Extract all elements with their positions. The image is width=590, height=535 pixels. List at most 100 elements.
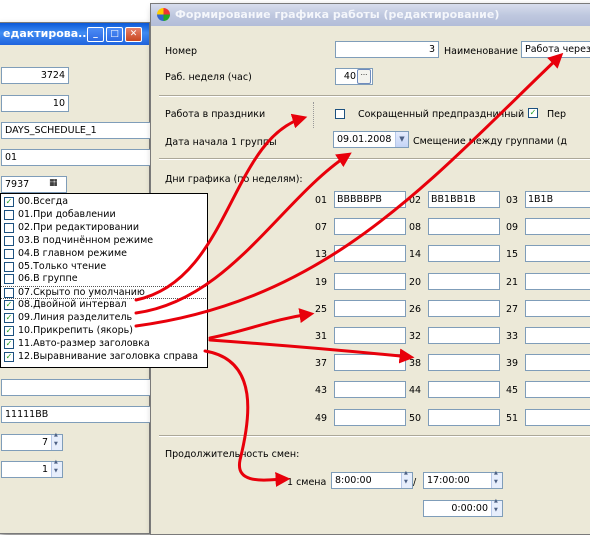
week-days-input[interactable]: [525, 408, 590, 426]
app-icon: [157, 8, 170, 21]
flag-list-item[interactable]: 05.Только чтение: [1, 261, 206, 273]
height-spinner[interactable]: [51, 459, 62, 477]
flag-label: 09.Линия разделитель: [18, 312, 133, 324]
week-number: 38: [409, 358, 422, 370]
holidays-label: Работа в праздники: [165, 109, 266, 120]
flag-checkbox[interactable]: [4, 288, 14, 299]
week-hours-picker-button[interactable]: ···: [357, 69, 371, 84]
naimenovanie-label: Наименование: [444, 46, 518, 57]
flags-dropdown-icon[interactable]: ▦: [49, 178, 58, 188]
flag-list-item[interactable]: 04.В главном режиме: [1, 248, 206, 260]
week-days-input[interactable]: [525, 327, 590, 344]
flag-checkbox[interactable]: ✓: [4, 326, 14, 336]
week-number: 21: [506, 276, 519, 288]
week-days-input[interactable]: [334, 381, 406, 399]
shift1-to-spinner[interactable]: [491, 470, 502, 488]
flag-list-item[interactable]: ✓ 09.Линия разделитель: [1, 312, 206, 324]
start-date-dropdown-icon[interactable]: ▼: [395, 132, 408, 147]
week-number: 33: [506, 331, 519, 342]
flag-checkbox[interactable]: [4, 222, 14, 233]
separator-bottom: [159, 435, 590, 437]
flag-list-item[interactable]: ✓ 10.Прикрепить (якорь): [1, 325, 206, 337]
shift1-from-spinner[interactable]: [401, 470, 412, 488]
flag-checkbox[interactable]: ✓: [4, 351, 14, 362]
flag-checkbox[interactable]: [4, 248, 14, 259]
holidays-checkbox[interactable]: [335, 109, 345, 119]
week-days-input[interactable]: ВВВВВРВ: [334, 191, 406, 208]
week-days-input[interactable]: [428, 218, 500, 236]
week-days-input[interactable]: [428, 327, 500, 344]
flag-list-item[interactable]: 06.В группе: [1, 273, 206, 285]
week-number: 50: [409, 412, 422, 424]
field-properties-title: едактирова...: [3, 27, 91, 40]
flag-checkbox[interactable]: [4, 261, 14, 272]
field-code-input[interactable]: 01: [1, 149, 151, 166]
naimenovanie-input[interactable]: Работа через: [521, 41, 590, 58]
schedule-edit-window: Формирование графика работы (редактирова…: [150, 3, 590, 535]
flag-label: 08.Двойной интервал: [18, 299, 127, 311]
flag-list-item[interactable]: ✓ 11.Авто-размер заголовка: [1, 338, 206, 350]
week-days-input[interactable]: [334, 218, 406, 236]
week-days-input[interactable]: [334, 299, 406, 317]
flag-list-item[interactable]: ✓ 12.Выравнивание заголовка справа: [1, 351, 206, 363]
week-number: 37: [315, 358, 328, 370]
week-days-input[interactable]: [334, 354, 406, 372]
separator-top: [159, 95, 590, 97]
flag-checkbox[interactable]: [4, 209, 14, 220]
week-days-input[interactable]: [334, 408, 406, 426]
close-button[interactable]: ✕: [125, 27, 142, 42]
week-number: 19: [315, 276, 328, 288]
week-days-input[interactable]: [334, 327, 406, 344]
week-days-input[interactable]: [525, 381, 590, 399]
week-days-input[interactable]: [428, 408, 500, 426]
flag-checkbox[interactable]: ✓: [4, 300, 14, 311]
flag-list-item[interactable]: 02.При редактировании: [1, 222, 206, 234]
week-days-input[interactable]: [334, 272, 406, 290]
week-days-input[interactable]: [525, 245, 590, 263]
week-number: 44: [409, 385, 422, 397]
week-days-input[interactable]: [428, 245, 500, 263]
field-id-input[interactable]: 3724: [1, 67, 69, 84]
week-days-input[interactable]: [428, 272, 500, 290]
week-days-input[interactable]: [334, 245, 406, 263]
flag-list-item[interactable]: ✓ 00.Всегда: [1, 196, 206, 208]
week-days-input[interactable]: [525, 272, 590, 290]
field-empty-input[interactable]: [1, 379, 151, 396]
shortened-day-label: Сокращенный предпраздничный: [358, 109, 525, 120]
week-days-input[interactable]: [525, 218, 590, 236]
week-days-input[interactable]: [525, 299, 590, 317]
field-order-input[interactable]: 10: [1, 95, 69, 112]
offset-label: Смещение между группами (д: [413, 136, 567, 147]
flag-checkbox[interactable]: ✓: [4, 313, 14, 324]
maximize-button[interactable]: □: [106, 27, 123, 42]
flag-list-item[interactable]: 07.Скрыто по умолчанию: [1, 286, 206, 300]
width-spinner[interactable]: [51, 432, 62, 450]
flag-checkbox[interactable]: [4, 235, 14, 246]
week-number: 45: [506, 385, 519, 397]
week-days-input[interactable]: [428, 354, 500, 372]
flag-checkbox[interactable]: ✓: [4, 338, 14, 349]
shift2-to-spinner[interactable]: [491, 498, 502, 516]
shift-slash: /: [413, 477, 417, 488]
week-days-input[interactable]: [525, 354, 590, 372]
field-mask-input[interactable]: 11111BB: [1, 406, 151, 423]
flag-list-item[interactable]: ✓ 08.Двойной интервал: [1, 299, 206, 311]
flag-checkbox[interactable]: ✓: [4, 197, 14, 207]
nomer-input[interactable]: 3: [335, 41, 439, 58]
per-label: Пер: [547, 109, 567, 120]
week-hours-label: Раб. неделя (час): [165, 72, 252, 83]
week-number: 09: [506, 222, 519, 234]
flag-label: 05.Только чтение: [18, 260, 107, 272]
week-days-input[interactable]: [428, 381, 500, 399]
flag-checkbox[interactable]: [4, 274, 14, 285]
week-days-input[interactable]: 1В1В: [525, 191, 590, 208]
field-name-input[interactable]: DAYS_SCHEDULE_1: [1, 122, 151, 139]
week-days-input[interactable]: [428, 299, 500, 317]
week-number: 08: [409, 222, 422, 234]
minimize-button[interactable]: _: [87, 27, 104, 42]
week-days-input[interactable]: ВВ1ВВ1В: [428, 191, 500, 208]
flag-list-item[interactable]: 01.При добавлении: [1, 209, 206, 221]
flag-list-item[interactable]: 03.В подчинённом режиме: [1, 235, 206, 247]
shortened-day-checkbox[interactable]: ✓: [528, 108, 538, 118]
flag-label: 02.При редактировании: [18, 221, 140, 233]
